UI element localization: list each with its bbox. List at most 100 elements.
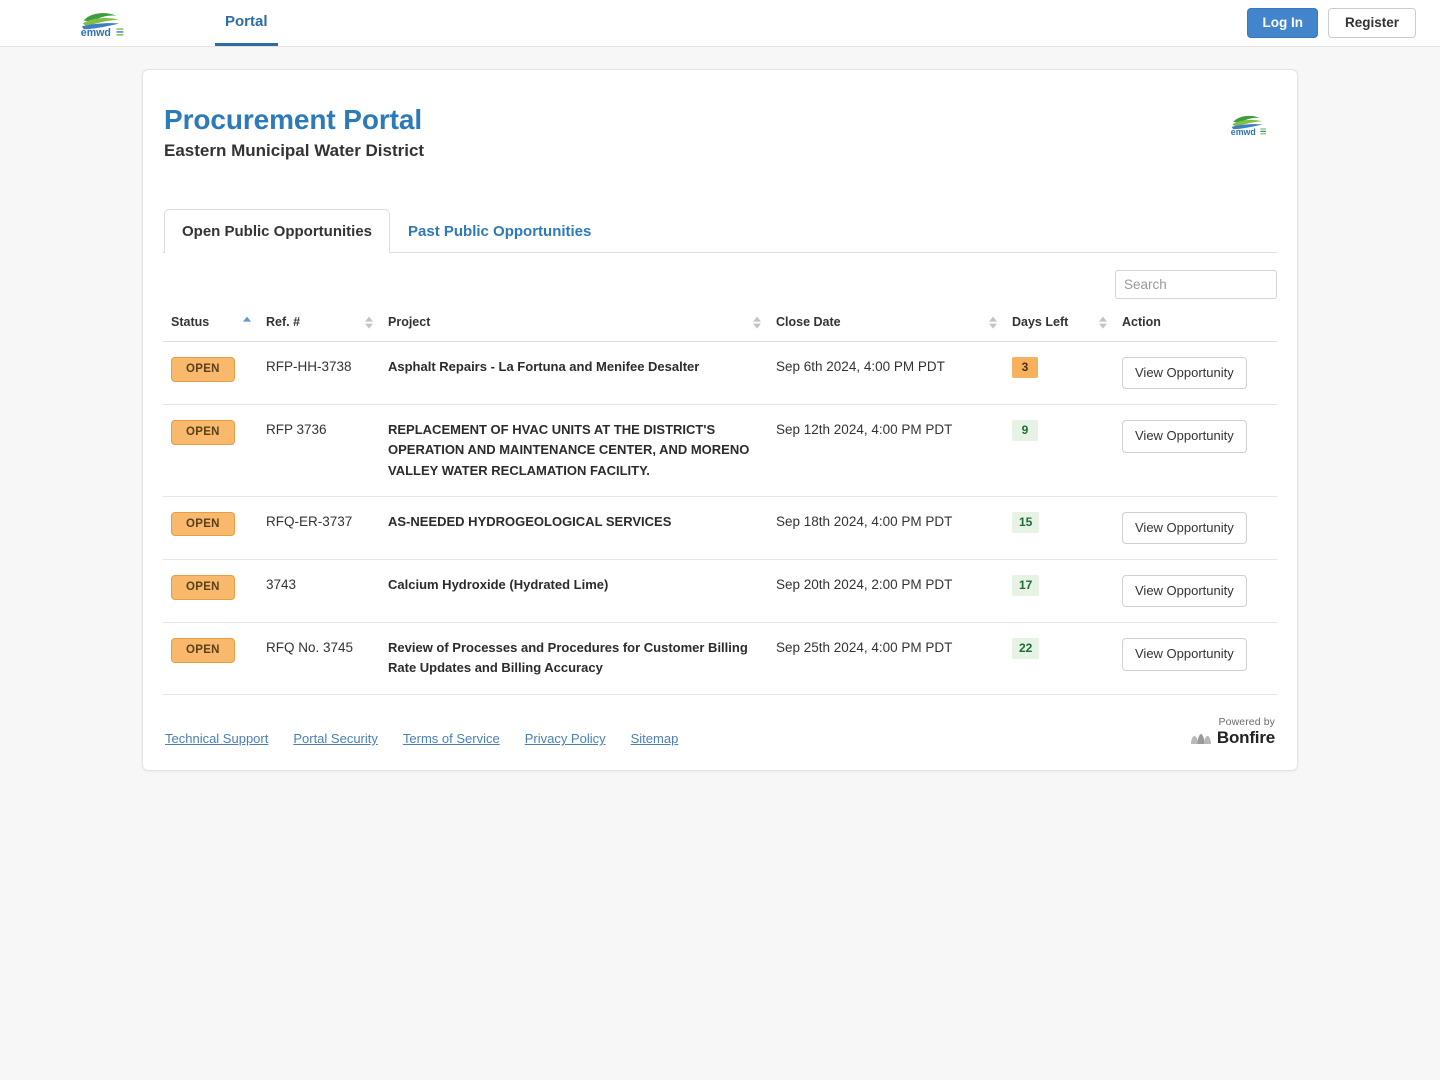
days-left-badge: 3 <box>1012 356 1038 379</box>
table-header: Status Ref. # Project Close Date Days Le… <box>163 308 1277 342</box>
card-header: Procurement Portal Eastern Municipal Wat… <box>163 94 1277 161</box>
powered-by-block: Powered by Bonfire <box>1190 715 1275 748</box>
days-left-badge: 22 <box>1012 638 1040 660</box>
cell-days-left: 22 <box>1004 622 1114 695</box>
opportunities-table: Status Ref. # Project Close Date Days Le… <box>163 308 1277 695</box>
cell-ref: 3743 <box>258 559 380 624</box>
close-date: Sep 6th 2024, 4:00 PM PDT <box>776 358 945 374</box>
cell-status: OPEN <box>163 622 258 695</box>
cell-status: OPEN <box>163 496 258 561</box>
column-header-status[interactable]: Status <box>163 308 258 342</box>
cell-close-date: Sep 18th 2024, 4:00 PM PDT <box>768 496 1004 561</box>
portal-card: Procurement Portal Eastern Municipal Wat… <box>142 69 1298 772</box>
table-row: OPEN RFP-HH-3738 Asphalt Repairs - La Fort… <box>163 341 1277 406</box>
column-header-days-left[interactable]: Days Left <box>1004 308 1114 342</box>
column-label-action: Action <box>1122 314 1161 329</box>
status-badge: OPEN <box>171 420 235 445</box>
cell-status: OPEN <box>163 404 258 497</box>
table-row: OPEN RFQ-ER-3737 AS-NEEDED HYDROGEOLOGICAL… <box>163 496 1277 561</box>
cell-project: AS-NEEDED HYDROGEOLOGICAL SERVICES <box>380 496 768 561</box>
close-date: Sep 12th 2024, 4:00 PM PDT <box>776 422 953 438</box>
page-subtitle: Eastern Municipal Water District <box>164 140 425 160</box>
search-row <box>163 253 1277 309</box>
sort-icon-status[interactable] <box>242 316 252 331</box>
days-left-badge: 15 <box>1012 511 1040 533</box>
project-title: Asphalt Repairs - La Fortuna and Menifee… <box>388 358 700 374</box>
tab-open-public-opportunities[interactable]: Open Public Opportunities <box>164 208 391 253</box>
column-header-ref[interactable]: Ref. # <box>258 308 380 342</box>
footer-link-portal-security[interactable]: Portal Security <box>293 731 378 746</box>
svg-text:emwd: emwd <box>1231 127 1256 137</box>
cell-days-left: 15 <box>1004 496 1114 561</box>
days-left-badge: 17 <box>1012 575 1040 597</box>
cell-close-date: Sep 20th 2024, 2:00 PM PDT <box>768 559 1004 624</box>
ref-number: 3743 <box>266 577 297 592</box>
top-nav-actions: Log In Register <box>1247 0 1440 46</box>
status-badge: OPEN <box>171 638 235 663</box>
search-input[interactable] <box>1115 269 1277 299</box>
cell-ref: RFQ-ER-3737 <box>258 496 380 561</box>
column-header-close-date[interactable]: Close Date <box>768 308 1004 342</box>
ref-number: RFQ-ER-3737 <box>266 513 353 529</box>
footer-link-privacy-policy[interactable]: Privacy Policy <box>525 731 606 746</box>
svg-text:emwd: emwd <box>81 27 111 38</box>
view-opportunity-button[interactable]: View Opportunity <box>1122 420 1247 453</box>
project-title: Review of Processes and Procedures for C… <box>388 640 748 676</box>
cell-ref: RFP-HH-3738 <box>258 341 380 406</box>
sort-icon-project[interactable] <box>752 316 762 331</box>
cell-project: Review of Processes and Procedures for C… <box>380 622 768 695</box>
close-date: Sep 18th 2024, 4:00 PM PDT <box>776 513 953 529</box>
ref-number: RFP-HH-3738 <box>266 358 352 374</box>
nav-tab-portal[interactable]: Portal <box>215 0 278 46</box>
table-header-row: Status Ref. # Project Close Date Days Le… <box>163 308 1277 342</box>
log-in-button[interactable]: Log In <box>1247 7 1318 39</box>
register-button[interactable]: Register <box>1327 7 1416 39</box>
cell-days-left: 17 <box>1004 559 1114 624</box>
emwd-logo-icon[interactable]: emwd <box>75 8 133 38</box>
footer-link-technical-support[interactable]: Technical Support <box>165 731 268 746</box>
sort-icon-close-date[interactable] <box>988 316 998 331</box>
cell-days-left: 9 <box>1004 404 1114 497</box>
column-header-project[interactable]: Project <box>380 308 768 342</box>
column-label-status: Status <box>171 314 210 329</box>
card-footer: Technical Support Portal Security Terms of… <box>163 695 1277 751</box>
column-label-days-left: Days Left <box>1012 314 1069 329</box>
close-date: Sep 25th 2024, 4:00 PM PDT <box>776 640 953 656</box>
top-navigation-bar: emwd Portal Log In Register <box>0 0 1440 47</box>
tab-past-public-opportunities[interactable]: Past Public Opportunities <box>390 209 609 253</box>
page-title: Procurement Portal <box>164 104 423 135</box>
project-title: Calcium Hydroxide (Hydrated Lime) <box>388 577 609 592</box>
cell-close-date: Sep 25th 2024, 4:00 PM PDT <box>768 622 1004 695</box>
emwd-card-logo-icon: emwd <box>1231 115 1266 137</box>
footer-link-sitemap[interactable]: Sitemap <box>631 731 679 746</box>
view-opportunity-button[interactable]: View Opportunity <box>1122 356 1247 390</box>
powered-by-label: Powered by <box>1218 715 1275 728</box>
cell-action: View Opportunity <box>1114 341 1277 406</box>
view-opportunity-button[interactable]: View Opportunity <box>1122 638 1247 671</box>
ref-number: RFP 3736 <box>266 422 327 438</box>
table-row: OPEN RFP 3736 REPLACEMENT OF HVAC UNITS AT… <box>163 404 1277 497</box>
page-body: Procurement Portal Eastern Municipal Wat… <box>0 47 1440 772</box>
bonfire-brand-text: Bonfire <box>1216 728 1275 748</box>
cell-project: Asphalt Repairs - La Fortuna and Menifee… <box>380 341 768 406</box>
cell-action: View Opportunity <box>1114 496 1277 561</box>
cell-close-date: Sep 12th 2024, 4:00 PM PDT <box>768 404 1004 497</box>
view-opportunity-button[interactable]: View Opportunity <box>1122 511 1247 544</box>
ref-number: RFQ No. 3745 <box>266 640 354 656</box>
opportunity-tabs: Open Public Opportunities Past Public Op… <box>163 208 1277 253</box>
cell-ref: RFP 3736 <box>258 404 380 497</box>
footer-link-terms-of-service[interactable]: Terms of Service <box>403 731 500 746</box>
column-label-close-date: Close Date <box>776 314 841 329</box>
title-block: Procurement Portal Eastern Municipal Wat… <box>164 103 424 161</box>
project-title: REPLACEMENT OF HVAC UNITS AT THE DISTRIC… <box>388 422 750 478</box>
cell-status: OPEN <box>163 559 258 624</box>
column-label-project: Project <box>388 314 431 329</box>
cell-action: View Opportunity <box>1114 559 1277 624</box>
status-badge: OPEN <box>171 356 235 382</box>
column-label-ref: Ref. # <box>266 314 301 329</box>
days-left-badge: 9 <box>1012 420 1038 442</box>
cell-action: View Opportunity <box>1114 404 1277 497</box>
sort-icon-days-left[interactable] <box>1098 316 1108 331</box>
sort-icon-ref[interactable] <box>364 316 374 331</box>
view-opportunity-button[interactable]: View Opportunity <box>1122 575 1247 608</box>
